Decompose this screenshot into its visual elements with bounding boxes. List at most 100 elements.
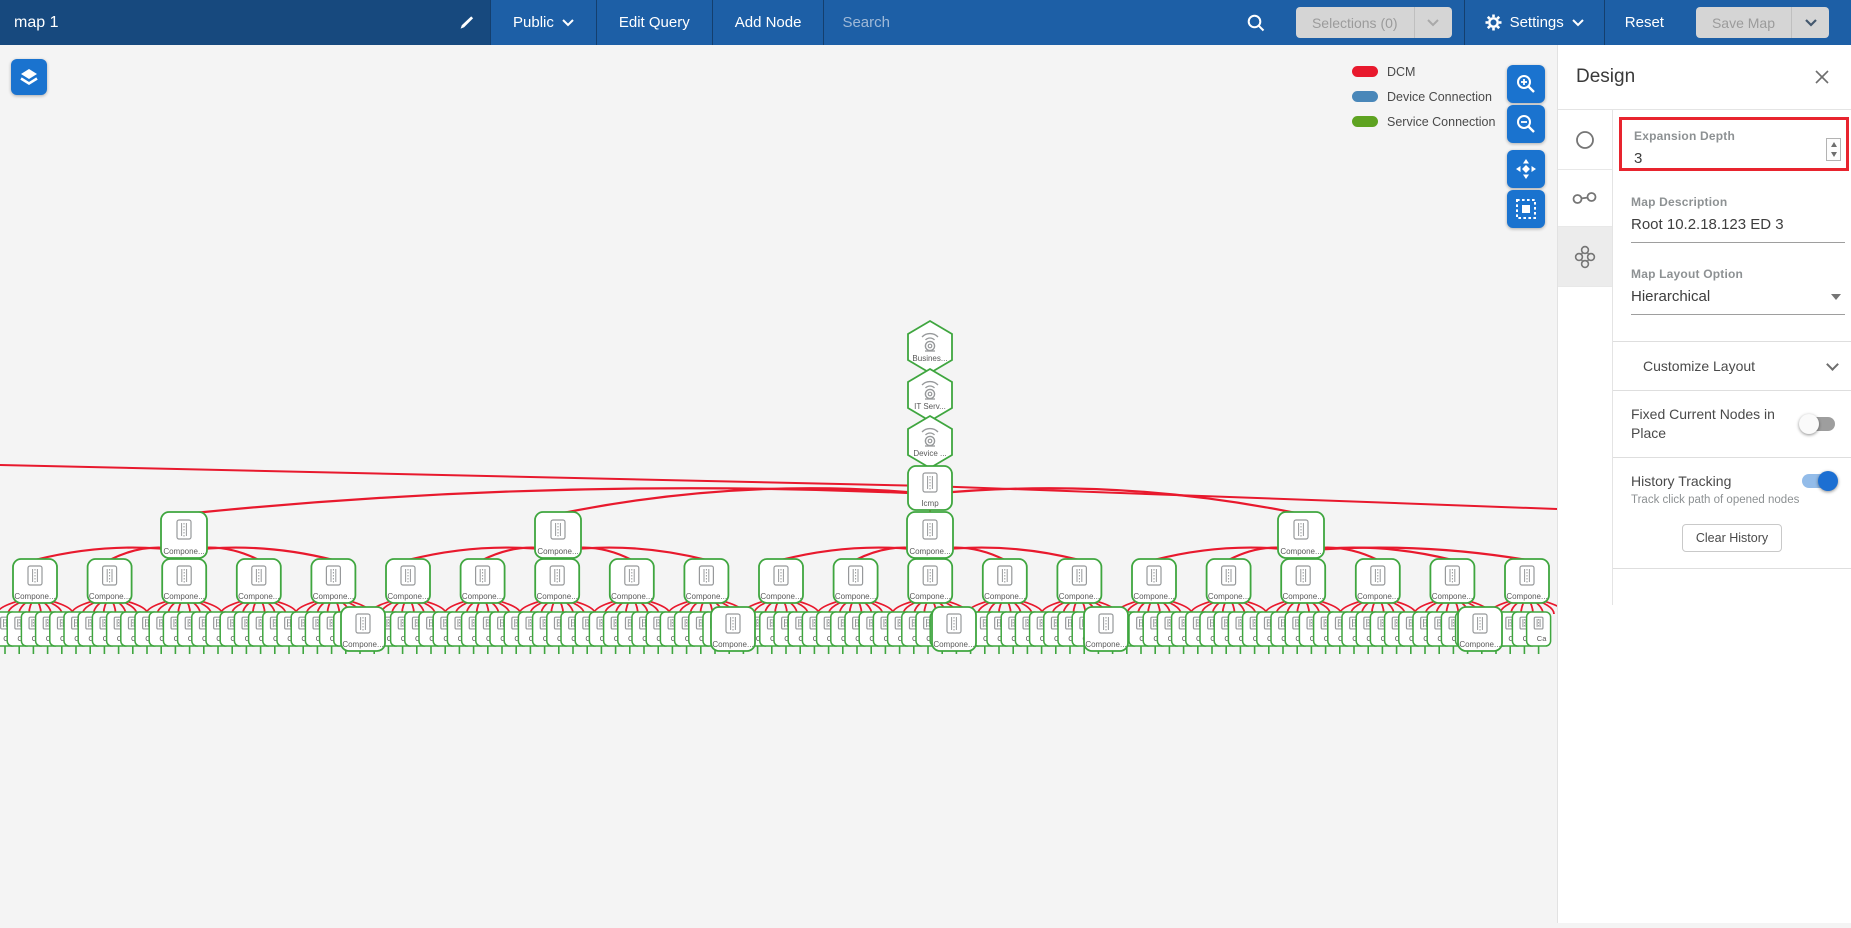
map-node-hex[interactable]: Device ...: [908, 416, 952, 468]
map-node-row2[interactable]: Compone...: [834, 559, 878, 603]
map-legend: DCMDevice ConnectionService Connection: [1352, 59, 1495, 134]
map-node-row2[interactable]: Compone...: [684, 559, 728, 603]
zoom-in-button[interactable]: [1507, 65, 1545, 103]
svg-text:Compone...: Compone...: [909, 547, 950, 556]
svg-text:Compone...: Compone...: [760, 592, 801, 601]
map-node-row2[interactable]: Compone...: [88, 559, 132, 603]
edit-pencil-icon[interactable]: [456, 13, 476, 33]
map-node-small[interactable]: Ca: [1527, 612, 1551, 646]
sidebar-item-connection[interactable]: [1558, 170, 1612, 227]
map-node-hub[interactable]: Compone...: [535, 512, 581, 558]
chevron-down-icon: [1427, 19, 1439, 27]
svg-text:Compone...: Compone...: [1506, 592, 1547, 601]
svg-text:Compone...: Compone...: [313, 592, 354, 601]
map-node-hex[interactable]: Busines...: [908, 321, 952, 373]
history-tracking-switch[interactable]: [1802, 474, 1835, 488]
dropdown-caret-icon: [1831, 294, 1841, 300]
svg-text:Compone...: Compone...: [164, 592, 205, 601]
map-node-row2[interactable]: Compone...: [1281, 559, 1325, 603]
svg-text:Ca: Ca: [1537, 634, 1547, 643]
zoom-out-icon: [1515, 113, 1537, 135]
design-panel-header: Design: [1558, 45, 1851, 110]
svg-text:Compone...: Compone...: [1283, 592, 1324, 601]
map-node-row2[interactable]: Compone...: [759, 559, 803, 603]
design-mini-sidebar: [1558, 110, 1613, 605]
selections-button-group: Selections (0): [1296, 7, 1452, 38]
save-map-button[interactable]: Save Map: [1696, 7, 1791, 38]
map-canvas[interactable]: CaCaCaCaCaCaCaCaCaCaCaCaCaCaCaCaCaCaCaCa…: [0, 45, 1557, 923]
spinner-up-button[interactable]: [1827, 139, 1840, 150]
map-node-strip-large[interactable]: Compone...: [932, 607, 976, 651]
fixed-nodes-label: Fixed Current Nodes in Place: [1631, 405, 1802, 443]
map-node-row2[interactable]: Compone...: [1505, 559, 1549, 603]
map-node-row2[interactable]: Compone...: [1430, 559, 1474, 603]
sidebar-item-layout[interactable]: [1558, 227, 1612, 287]
map-node-strip-large[interactable]: Compone...: [711, 607, 755, 651]
map-node-row2[interactable]: Compone...: [237, 559, 281, 603]
map-node-row2[interactable]: Compone...: [162, 559, 206, 603]
map-node-row2[interactable]: Compone...: [983, 559, 1027, 603]
map-node-row2[interactable]: Compone...: [535, 559, 579, 603]
svg-text:Compone...: Compone...: [1208, 592, 1249, 601]
map-node-strip-large[interactable]: Compone...: [1458, 607, 1502, 651]
map-layout-value: Hierarchical: [1631, 288, 1845, 305]
add-node-button[interactable]: Add Node: [712, 0, 824, 45]
save-map-dropdown-button[interactable]: [1791, 7, 1829, 38]
customize-layout-toggle-section[interactable]: Customize Layout: [1613, 342, 1851, 390]
map-node-hub[interactable]: Compone...: [1278, 512, 1324, 558]
map-node-row2[interactable]: Compone...: [386, 559, 430, 603]
svg-text:Compone...: Compone...: [1357, 592, 1398, 601]
gear-icon: [1485, 14, 1502, 31]
map-layout-field: Map Layout Option Hierarchical: [1613, 267, 1851, 315]
map-node-hub[interactable]: Compone...: [907, 512, 953, 558]
fixed-nodes-row: Fixed Current Nodes in Place: [1613, 391, 1851, 457]
map-node-hub[interactable]: Compone...: [161, 512, 207, 558]
legend-item: DCM: [1352, 59, 1495, 84]
map-node-row2[interactable]: Compone...: [908, 559, 952, 603]
visibility-dropdown[interactable]: Public: [490, 0, 596, 45]
map-node-row2[interactable]: Compone...: [461, 559, 505, 603]
zoom-out-button[interactable]: [1507, 105, 1545, 143]
svg-text:Compone...: Compone...: [1085, 640, 1126, 649]
reset-button[interactable]: Reset: [1605, 14, 1684, 31]
edit-query-button[interactable]: Edit Query: [596, 0, 712, 45]
map-layout-select[interactable]: Hierarchical: [1631, 288, 1845, 315]
selections-button[interactable]: Selections (0): [1296, 7, 1414, 38]
legend-color-pill: [1352, 66, 1378, 77]
map-node-row2[interactable]: Compone...: [13, 559, 57, 603]
fit-selection-button[interactable]: [1507, 190, 1545, 228]
search-icon[interactable]: [1246, 13, 1266, 33]
map-node-hex[interactable]: IT Serv...: [908, 369, 952, 421]
map-node-row2[interactable]: Compone...: [1356, 559, 1400, 603]
search-input[interactable]: [842, 14, 1246, 31]
expansion-depth-value[interactable]: 3: [1634, 150, 1838, 167]
clear-history-button[interactable]: Clear History: [1682, 524, 1782, 552]
settings-dropdown[interactable]: Settings: [1465, 14, 1604, 31]
svg-text:Compone...: Compone...: [14, 592, 55, 601]
layers-button[interactable]: [11, 59, 47, 95]
map-node-row2[interactable]: Compone...: [311, 559, 355, 603]
pan-button[interactable]: [1507, 150, 1545, 188]
map-description-value[interactable]: Root 10.2.18.123 ED 3: [1631, 216, 1845, 233]
svg-text:Compone...: Compone...: [910, 592, 951, 601]
spinner-down-button[interactable]: [1827, 150, 1840, 161]
map-node-row2[interactable]: Compone...: [610, 559, 654, 603]
map-node-strip-large[interactable]: Compone...: [341, 607, 385, 651]
expansion-depth-field-highlighted: Expansion Depth 3: [1619, 117, 1849, 171]
svg-text:Compone...: Compone...: [712, 640, 753, 649]
svg-text:Compone...: Compone...: [1059, 592, 1100, 601]
selections-dropdown-button[interactable]: [1414, 7, 1452, 38]
sidebar-item-node[interactable]: [1558, 110, 1612, 170]
map-node-row2[interactable]: Compone...: [1207, 559, 1251, 603]
svg-text:Busines...: Busines...: [912, 354, 947, 363]
close-icon[interactable]: [1811, 66, 1833, 88]
map-node-icmp[interactable]: Icmp: [908, 466, 952, 510]
svg-text:Compone...: Compone...: [835, 592, 876, 601]
fixed-nodes-switch[interactable]: [1802, 417, 1835, 431]
map-node-strip-large[interactable]: Compone...: [1084, 607, 1128, 651]
map-tools: [1507, 65, 1545, 230]
svg-text:IT Serv...: IT Serv...: [914, 402, 946, 411]
design-panel: Design: [1557, 45, 1851, 923]
map-node-row2[interactable]: Compone...: [1132, 559, 1176, 603]
map-node-row2[interactable]: Compone...: [1057, 559, 1101, 603]
